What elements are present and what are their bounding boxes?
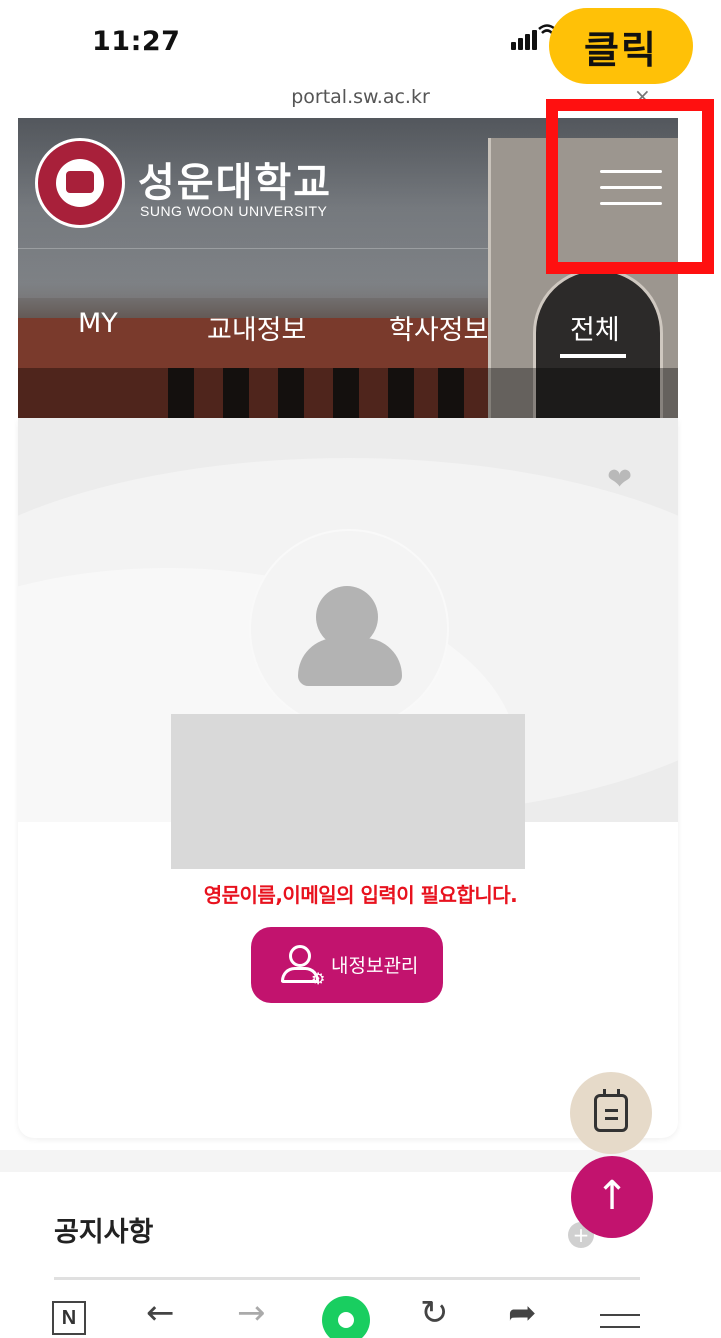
tab-my[interactable]: MY: [78, 308, 118, 339]
naver-n-icon[interactable]: N: [52, 1301, 86, 1335]
share-icon[interactable]: ➦: [508, 1296, 537, 1330]
tab-campus-info[interactable]: 교내정보: [207, 308, 306, 347]
tab-academic-info[interactable]: 학사정보: [389, 308, 488, 347]
back-icon[interactable]: ←: [146, 1296, 175, 1330]
tab-all[interactable]: 전체: [570, 308, 620, 347]
menu-icon[interactable]: [600, 1314, 640, 1330]
user-settings-icon: ⚙: [281, 945, 329, 988]
manage-my-info-button[interactable]: ⚙ 내정보관리: [251, 927, 443, 1003]
university-name[interactable]: 성운대학교: [138, 150, 332, 208]
active-tab-indicator: [560, 354, 626, 358]
manage-my-info-label: 내정보관리: [331, 955, 419, 977]
highlight-box: [546, 99, 714, 274]
status-time: 11:27: [92, 26, 181, 57]
green-dot-icon[interactable]: [322, 1296, 370, 1338]
notice-title: 공지사항: [54, 1217, 154, 1248]
forward-icon[interactable]: →: [237, 1296, 266, 1330]
signal-icon: [511, 30, 539, 50]
university-logo-icon[interactable]: [35, 138, 125, 228]
notice-divider: [54, 1277, 640, 1280]
refresh-icon[interactable]: ↻: [420, 1296, 449, 1330]
heart-icon[interactable]: ❤: [607, 462, 632, 497]
click-annotation-badge: 클릭: [549, 8, 693, 84]
calendar-icon[interactable]: [570, 1072, 652, 1154]
redacted-name-block: [171, 714, 525, 869]
university-name-en: SUNG WOON UNIVERSITY: [140, 203, 328, 219]
profile-warning-text: 영문이름,이메일의 입력이 필요합니다.: [203, 883, 518, 907]
arrow-up-icon[interactable]: ↑: [571, 1156, 653, 1238]
